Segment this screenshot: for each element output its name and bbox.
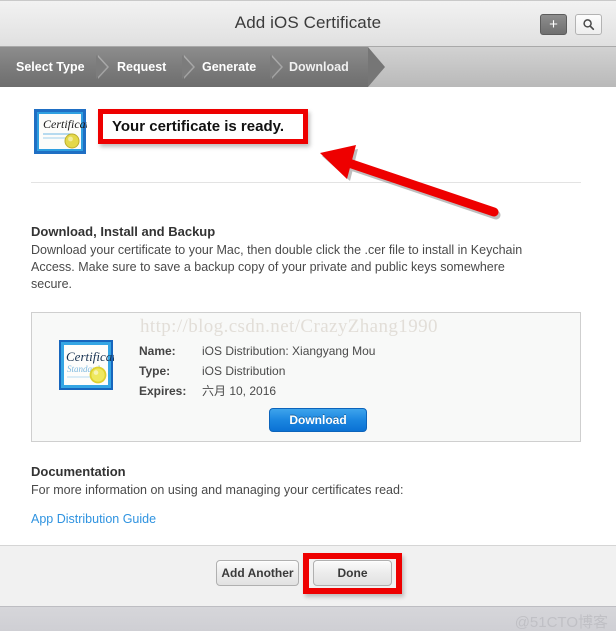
watermark-url: http://blog.csdn.net/CrazyZhang1990 — [140, 316, 438, 337]
step-select-type[interactable]: Select Type — [16, 47, 85, 87]
svg-text:Certificate: Certificate — [43, 117, 87, 131]
download-section-body: Download your certificate to your Mac, t… — [31, 243, 523, 291]
field-label-expires: Expires: — [139, 384, 187, 398]
field-value-name: iOS Distribution: Xiangyang Mou — [202, 344, 376, 358]
chevron-separator-3 — [270, 55, 284, 79]
footer-bar: Add Another Done — [0, 545, 616, 606]
documentation-section: Documentation For more information on us… — [31, 464, 561, 528]
certificate-icon: Certificate — [33, 108, 95, 155]
step-download[interactable]: Download — [289, 47, 349, 87]
watermark-51cto: @51CTO博客 — [514, 614, 608, 631]
svg-text:Certificate: Certificate — [66, 349, 114, 364]
chevron-separator-1 — [96, 55, 110, 79]
step-request[interactable]: Request — [117, 47, 166, 87]
section-divider — [31, 182, 581, 183]
certificate-window: Add iOS Certificate + Select Type Reques… — [0, 0, 616, 631]
download-install-backup-section: Download, Install and Backup Download yo… — [31, 224, 561, 293]
chevron-separator-2 — [182, 55, 196, 79]
certificate-detail-panel: http://blog.csdn.net/CrazyZhang1990 Cert… — [31, 312, 581, 442]
field-value-type: iOS Distribution — [202, 364, 286, 378]
add-another-button[interactable]: Add Another — [216, 560, 299, 586]
add-button[interactable]: + — [540, 14, 567, 35]
certificate-fields: Name: iOS Distribution: Xiangyang Mou Typ… — [139, 341, 559, 401]
step-generate[interactable]: Generate — [202, 47, 256, 87]
red-highlight-ready: Your certificate is ready. — [98, 109, 308, 144]
steps-arrow-tip — [368, 47, 385, 87]
documentation-heading: Documentation — [31, 464, 126, 479]
search-button[interactable] — [575, 14, 602, 35]
window-title: Add iOS Certificate — [234, 13, 382, 32]
certificate-field-name: Name: iOS Distribution: Xiangyang Mou — [139, 341, 559, 361]
certificate-icon: Certificate Standard — [58, 339, 122, 391]
download-section-heading: Download, Install and Backup — [31, 224, 216, 239]
app-distribution-guide-link[interactable]: App Distribution Guide — [31, 512, 156, 526]
red-highlight-done — [303, 553, 402, 594]
field-label-name: Name: — [139, 344, 176, 358]
plus-icon: + — [549, 16, 558, 33]
certificate-field-expires: Expires: 六月 10, 2016 — [139, 381, 559, 401]
content-area: Certificate Your certificate is ready. D… — [0, 87, 616, 545]
field-value-expires: 六月 10, 2016 — [202, 384, 277, 398]
certificate-field-type: Type: iOS Distribution — [139, 361, 559, 381]
bottom-band: @51CTO博客 — [0, 606, 616, 631]
title-bar: Add iOS Certificate + — [0, 0, 616, 47]
step-breadcrumb: Select Type Request Generate Download — [0, 47, 616, 87]
certificate-ready-message: Your certificate is ready. — [112, 118, 285, 135]
documentation-body: For more information on using and managi… — [31, 483, 404, 497]
certificate-ready-row: Certificate Your certificate is ready. — [0, 105, 616, 165]
search-icon — [582, 18, 595, 31]
field-label-type: Type: — [139, 364, 171, 378]
download-button[interactable]: Download — [269, 408, 367, 432]
